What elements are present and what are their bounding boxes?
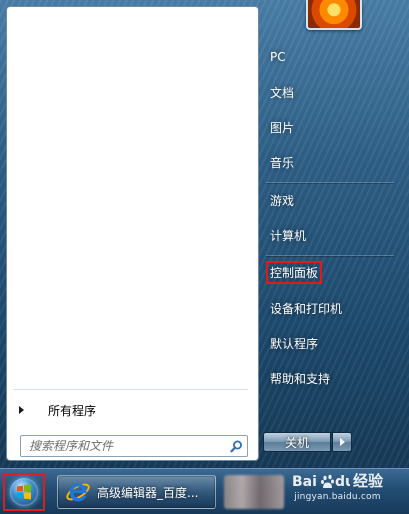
- start-button[interactable]: [3, 473, 45, 511]
- places-item-documents[interactable]: 文档: [262, 79, 398, 105]
- baidu-logo-icon: Bai du: [292, 474, 350, 490]
- all-programs-label: 所有程序: [48, 403, 97, 418]
- taskbar-item-label: 高级编辑器_百度...: [97, 485, 199, 500]
- places-item-devices-printers[interactable]: 设备和打印机: [262, 295, 398, 321]
- places-item-help-support[interactable]: 帮助和支持: [262, 365, 398, 391]
- search-icon[interactable]: [225, 436, 247, 456]
- taskbar-item-blurred[interactable]: [224, 475, 284, 509]
- places-item-label: 文档: [270, 85, 295, 100]
- search-input[interactable]: [27, 436, 225, 456]
- svg-text:Bai: Bai: [292, 474, 317, 490]
- places-item-label: 图片: [270, 120, 295, 135]
- svg-text:du: du: [335, 474, 350, 490]
- programs-divider: [13, 389, 248, 390]
- places-item-label: 游戏: [270, 193, 295, 208]
- places-item-pc[interactable]: PC: [262, 44, 398, 70]
- places-item-label: PC: [270, 50, 286, 64]
- shutdown-button[interactable]: 关机: [263, 432, 331, 452]
- places-item-control-panel[interactable]: 控制面板: [262, 259, 398, 285]
- all-programs-item[interactable]: 所有程序: [15, 395, 247, 425]
- watermark-url: jingyan.baidu.com: [294, 492, 381, 502]
- places-item-default-programs[interactable]: 默认程序: [262, 330, 398, 356]
- places-item-label: 计算机: [270, 228, 307, 243]
- places-item-label: 控制面板: [266, 260, 323, 284]
- taskbar-item-ie[interactable]: 高级编辑器_百度...: [57, 475, 216, 509]
- places-item-games[interactable]: 游戏: [262, 187, 398, 213]
- shutdown-options-button[interactable]: [332, 432, 352, 452]
- user-picture[interactable]: [306, 0, 362, 30]
- places-divider: [266, 182, 394, 183]
- search-box[interactable]: [20, 435, 248, 457]
- chevron-right-icon: [339, 438, 345, 446]
- programs-pane: 所有程序: [6, 6, 259, 461]
- places-pane: PC 文档 图片 音乐 游戏 计算机 控制面板 设备和打印机 默认程序 帮助和支…: [260, 0, 409, 468]
- baidu-jingyan-watermark: Bai du 经验 jingyan.baidu.com: [292, 470, 383, 502]
- places-item-label: 音乐: [270, 155, 295, 170]
- places-item-pictures[interactable]: 图片: [262, 114, 398, 140]
- watermark-brand-text: 经验: [352, 472, 383, 490]
- places-item-computer[interactable]: 计算机: [262, 222, 398, 248]
- start-menu: 所有程序 PC 文档 图片 音乐 游戏 计算机 控制面板 设备和打印机 默认程序…: [0, 0, 409, 468]
- places-divider: [266, 255, 394, 256]
- windows-logo-icon: [10, 478, 38, 506]
- shutdown-label: 关机: [284, 435, 309, 450]
- places-item-label: 帮助和支持: [270, 371, 331, 386]
- internet-explorer-icon: [65, 479, 91, 505]
- places-item-label: 设备和打印机: [270, 301, 343, 316]
- expand-arrow-icon: [19, 406, 24, 414]
- places-item-music[interactable]: 音乐: [262, 149, 398, 175]
- places-item-label: 默认程序: [270, 336, 319, 351]
